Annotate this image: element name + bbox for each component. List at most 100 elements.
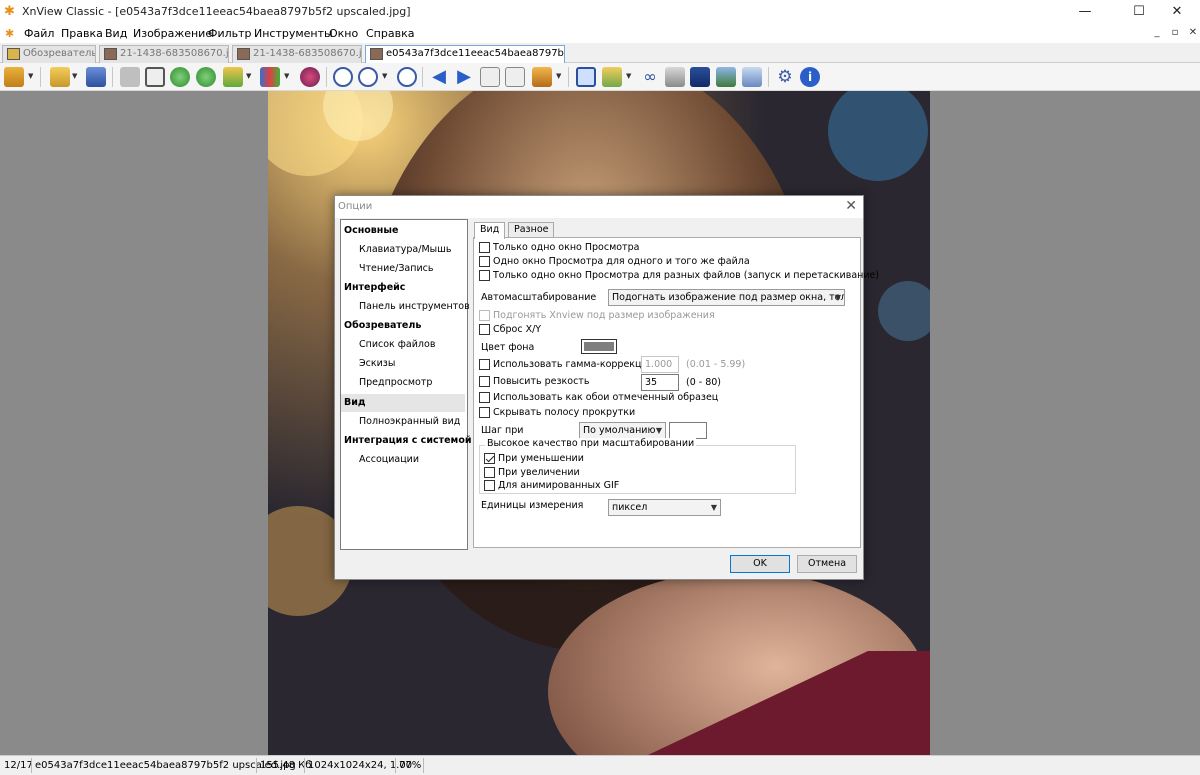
zoom-icon[interactable] <box>358 67 378 87</box>
menu-file[interactable]: Файл <box>24 27 54 40</box>
tree-item-preview[interactable]: Предпросмотр <box>359 377 432 388</box>
chevron-down-icon[interactable]: ▼ <box>382 71 390 81</box>
tab-image-2[interactable]: 21-1438-683508670.jpg <box>232 45 362 63</box>
checkbox[interactable] <box>479 242 490 253</box>
option-single-viewer-diff-files[interactable]: Только одно окно Просмотра для разных фа… <box>479 270 879 281</box>
chevron-down-icon[interactable]: ▼ <box>284 71 292 81</box>
option-hq-reduce[interactable]: При уменьшении <box>484 453 584 464</box>
option-sharpen[interactable]: Повысить резкость <box>479 376 589 387</box>
chevron-down-icon[interactable]: ▼ <box>246 71 254 81</box>
checkbox[interactable] <box>479 324 490 335</box>
tree-item-thumbnails[interactable]: Эскизы <box>359 358 395 369</box>
print-icon[interactable] <box>665 67 685 87</box>
fullscreen-icon[interactable] <box>576 67 596 87</box>
checkbox[interactable] <box>479 256 490 267</box>
tree-item-system-integration[interactable]: Интеграция с системой <box>344 435 472 446</box>
checkbox[interactable] <box>479 407 490 418</box>
zoom-out-icon[interactable] <box>397 67 417 87</box>
tab-view[interactable]: Вид <box>474 222 506 239</box>
menu-tools[interactable]: Инструменты <box>254 27 333 40</box>
checkbox[interactable] <box>484 467 495 478</box>
close-button[interactable]: ✕ <box>1154 0 1200 24</box>
menu-view[interactable]: Вид <box>105 27 127 40</box>
mdi-minimize-button[interactable]: _ <box>1150 26 1164 40</box>
tab-image-1[interactable]: 21-1438-683508670.jpg <box>99 45 229 63</box>
save-icon[interactable] <box>86 67 106 87</box>
tree-item-interface[interactable]: Интерфейс <box>344 282 405 293</box>
first-icon[interactable] <box>480 67 500 87</box>
scanner-icon[interactable] <box>690 67 710 87</box>
menu-help[interactable]: Справка <box>366 27 414 40</box>
checkbox-checked[interactable] <box>484 453 495 464</box>
bg-color-swatch[interactable] <box>581 339 617 354</box>
convert-icon[interactable] <box>602 67 622 87</box>
option-reset-xy[interactable]: Сброс X/Y <box>479 324 541 335</box>
units-select[interactable]: пиксел ▼ <box>608 499 721 516</box>
info-icon[interactable]: i <box>800 67 820 87</box>
chevron-down-icon[interactable]: ▼ <box>28 71 36 81</box>
open-folder-icon[interactable] <box>50 67 70 87</box>
crop-icon[interactable] <box>145 67 165 87</box>
step-select[interactable]: По умолчанию ▼ <box>579 422 666 439</box>
dialog-close-icon[interactable]: ✕ <box>845 198 857 214</box>
tree-item-read-write[interactable]: Чтение/Запись <box>359 263 433 274</box>
browser-icon[interactable] <box>4 67 24 87</box>
option-gamma[interactable]: Использовать гамма-коррекцию <box>479 359 656 370</box>
option-hq-gif[interactable]: Для анимированных GIF <box>484 480 619 491</box>
tree-item-file-list[interactable]: Список файлов <box>359 339 435 350</box>
zoom-in-icon[interactable] <box>333 67 353 87</box>
gamma-input[interactable]: 1.000 <box>641 356 679 373</box>
rotate-left-icon[interactable] <box>170 67 190 87</box>
effects-icon[interactable] <box>300 67 320 87</box>
mdi-close-button[interactable]: ✕ <box>1186 26 1200 40</box>
tree-item-general[interactable]: Основные <box>344 225 398 236</box>
checkbox[interactable] <box>479 270 490 281</box>
tree-item-keyboard-mouse[interactable]: Клавиатура/Мышь <box>359 244 451 255</box>
option-hide-scrollbar[interactable]: Скрывать полосу прокрутки <box>479 407 635 418</box>
tab-misc[interactable]: Разное <box>508 222 555 238</box>
option-single-viewer-same-file[interactable]: Одно окно Просмотра для одного и того же… <box>479 256 750 267</box>
capture-icon[interactable] <box>742 67 762 87</box>
tree-item-view[interactable]: Вид <box>341 394 465 412</box>
tree-item-toolbar[interactable]: Панель инструментов <box>359 301 470 312</box>
last-icon[interactable] <box>505 67 525 87</box>
chevron-down-icon[interactable]: ▼ <box>72 71 80 81</box>
step-input[interactable] <box>669 422 707 439</box>
chevron-down-icon[interactable]: ▼ <box>626 71 634 81</box>
sharpen-input[interactable]: 35 <box>641 374 679 391</box>
slideshow-icon[interactable] <box>532 67 552 87</box>
wallpaper-icon[interactable] <box>716 67 736 87</box>
checkbox[interactable] <box>479 392 490 403</box>
settings-icon[interactable]: ⚙ <box>775 67 795 87</box>
mdi-restore-button[interactable]: ▫ <box>1168 26 1182 40</box>
undo-icon[interactable] <box>120 67 140 87</box>
chevron-down-icon[interactable]: ▼ <box>556 71 564 81</box>
autozoom-select[interactable]: Подогнать изображение под размер окна, т… <box>608 289 845 306</box>
menu-window[interactable]: Окно <box>329 27 358 40</box>
option-hq-enlarge[interactable]: При увеличении <box>484 467 580 478</box>
tree-item-fullscreen[interactable]: Полноэкранный вид <box>359 416 460 427</box>
menu-edit[interactable]: Правка <box>61 27 103 40</box>
tree-item-browser[interactable]: Обозреватель <box>344 320 421 331</box>
checkbox[interactable] <box>479 376 490 387</box>
select-value: пиксел <box>612 502 648 513</box>
export-icon[interactable] <box>223 67 243 87</box>
rotate-right-icon[interactable] <box>196 67 216 87</box>
app-menu-icon[interactable]: ✱ <box>5 27 14 40</box>
menu-filter[interactable]: Фильтр <box>208 27 252 40</box>
cancel-button[interactable]: Отмена <box>797 555 857 573</box>
option-wallpaper[interactable]: Использовать как обои отмеченный образец <box>479 392 718 403</box>
adjust-icon[interactable] <box>260 67 280 87</box>
checkbox[interactable] <box>479 359 490 370</box>
tab-image-active[interactable]: e0543a7f3dce11eeac54baea8797b5f2... <box>365 45 565 64</box>
minimize-button[interactable]: — <box>1062 0 1108 24</box>
find-icon[interactable]: ∞ <box>640 67 660 87</box>
checkbox[interactable] <box>484 480 495 491</box>
next-icon[interactable]: ▶ <box>454 67 474 87</box>
tab-browser[interactable]: Обозреватель <box>2 45 96 63</box>
menu-image[interactable]: Изображение <box>133 27 212 40</box>
prev-icon[interactable]: ◀ <box>429 67 449 87</box>
option-single-viewer[interactable]: Только одно окно Просмотра <box>479 242 639 253</box>
ok-button[interactable]: OK <box>730 555 790 573</box>
tree-item-associations[interactable]: Ассоциации <box>359 454 419 465</box>
